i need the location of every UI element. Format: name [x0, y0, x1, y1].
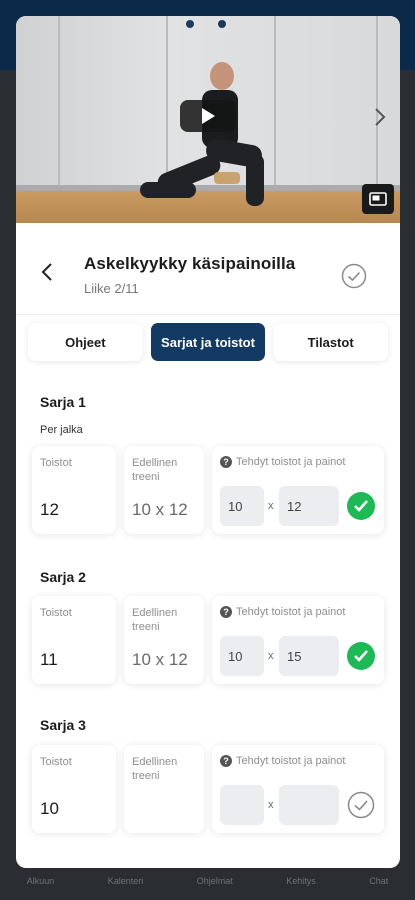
target-reps: 12: [40, 500, 59, 519]
exercise-modal: Askelkyykky käsipainoilla Liike 2/11 Ohj…: [16, 16, 400, 868]
previous-card: Edellinen treeni 10 x 12: [124, 596, 204, 684]
carousel-dots: [186, 20, 226, 28]
previous-result: 10 x 12: [132, 650, 188, 669]
exercise-header: Askelkyykky käsipainoilla Liike 2/11: [16, 223, 400, 315]
done-weight-input[interactable]: 15: [279, 636, 339, 676]
tab-statistics[interactable]: Tilastot: [273, 323, 389, 361]
tab-instructions[interactable]: Ohjeet: [28, 323, 143, 361]
reps-label: Toistot: [40, 457, 72, 469]
previous-card: Edellinen treeni 10 x 12: [124, 446, 204, 534]
picture-in-picture-icon: [369, 192, 387, 206]
check-icon: [354, 500, 368, 512]
check-icon: [354, 650, 368, 662]
set-note: Per jalka: [40, 424, 83, 436]
previous-label: Edellinen treeni: [132, 457, 178, 483]
set-title: Sarja 3: [40, 717, 86, 733]
question-icon[interactable]: ?: [220, 456, 232, 468]
carousel-dot[interactable]: [218, 20, 226, 28]
check-circle-icon: [347, 791, 375, 819]
reps-label: Toistot: [40, 756, 72, 768]
reps-label: Toistot: [40, 607, 72, 619]
play-icon: [202, 108, 215, 124]
done-reps-input[interactable]: 10: [220, 486, 264, 526]
done-weight-input[interactable]: 12: [279, 486, 339, 526]
bg-tab-chat: Chat: [369, 876, 389, 886]
done-reps-input[interactable]: [220, 785, 264, 825]
times-sign: x: [268, 799, 274, 811]
chevron-left-icon: [41, 263, 52, 281]
back-button[interactable]: [40, 261, 60, 283]
carousel-dot[interactable]: [186, 20, 194, 28]
picture-in-picture-button[interactable]: [362, 184, 394, 214]
done-card: ? Tehdyt toistot ja painot 10 x 15: [212, 596, 384, 684]
question-icon[interactable]: ?: [220, 755, 232, 767]
wall-divider: [166, 16, 168, 196]
done-label: ? Tehdyt toistot ja painot: [220, 456, 345, 468]
exercise-video[interactable]: [16, 16, 400, 223]
done-label-text: Tehdyt toistot ja painot: [236, 606, 346, 618]
bg-tab-calendar: Kalenteri: [107, 876, 144, 886]
wall-divider: [58, 16, 60, 196]
set-complete-toggle[interactable]: [347, 492, 375, 520]
times-sign: x: [268, 650, 274, 662]
tab-bar: Ohjeet Sarjat ja toistot Tilastot: [28, 323, 389, 361]
tab-sets-and-reps[interactable]: Sarjat ja toistot: [150, 323, 266, 361]
dumbbell: [214, 172, 240, 184]
done-card: ? Tehdyt toistot ja painot 10 x 12: [212, 446, 384, 534]
done-reps-input[interactable]: 10: [220, 636, 264, 676]
exercise-progress: Liike 2/11: [84, 281, 139, 296]
bg-tab-home: Alkuun: [26, 876, 55, 886]
next-media-button[interactable]: [370, 106, 390, 128]
done-weight-input[interactable]: [279, 785, 339, 825]
bg-tab-progress: Kehitys: [286, 876, 316, 886]
done-label: ? Tehdyt toistot ja painot: [220, 606, 345, 618]
question-icon[interactable]: ?: [220, 606, 232, 618]
previous-label: Edellinen treeni: [132, 756, 178, 782]
done-label-text: Tehdyt toistot ja painot: [236, 456, 346, 468]
bg-tab-programs: Ohjelmat: [196, 876, 233, 886]
wooden-floor: [16, 191, 400, 223]
divider: [16, 314, 400, 315]
times-sign: x: [268, 500, 274, 512]
set-title: Sarja 2: [40, 569, 86, 585]
set-title: Sarja 1: [40, 394, 86, 410]
reps-card: Toistot 10: [32, 745, 116, 833]
exercise-title: Askelkyykky käsipainoilla: [84, 254, 296, 273]
target-reps: 11: [40, 650, 58, 669]
set-complete-toggle[interactable]: [347, 791, 375, 819]
target-reps: 10: [40, 799, 59, 818]
wall-divider: [274, 16, 276, 196]
chevron-right-icon: [375, 108, 386, 126]
previous-result: 10 x 12: [132, 500, 188, 519]
reps-card: Toistot 11: [32, 596, 116, 684]
check-circle-icon: [341, 263, 367, 289]
mark-complete-button[interactable]: [341, 263, 367, 289]
done-card: ? Tehdyt toistot ja painot x: [212, 745, 384, 833]
previous-card: Edellinen treeni: [124, 745, 204, 833]
set-complete-toggle[interactable]: [347, 642, 375, 670]
done-label: ? Tehdyt toistot ja painot: [220, 755, 345, 767]
reps-card: Toistot 12: [32, 446, 116, 534]
previous-label: Edellinen treeni: [132, 607, 178, 633]
play-button[interactable]: [180, 100, 236, 132]
done-label-text: Tehdyt toistot ja painot: [236, 755, 346, 767]
